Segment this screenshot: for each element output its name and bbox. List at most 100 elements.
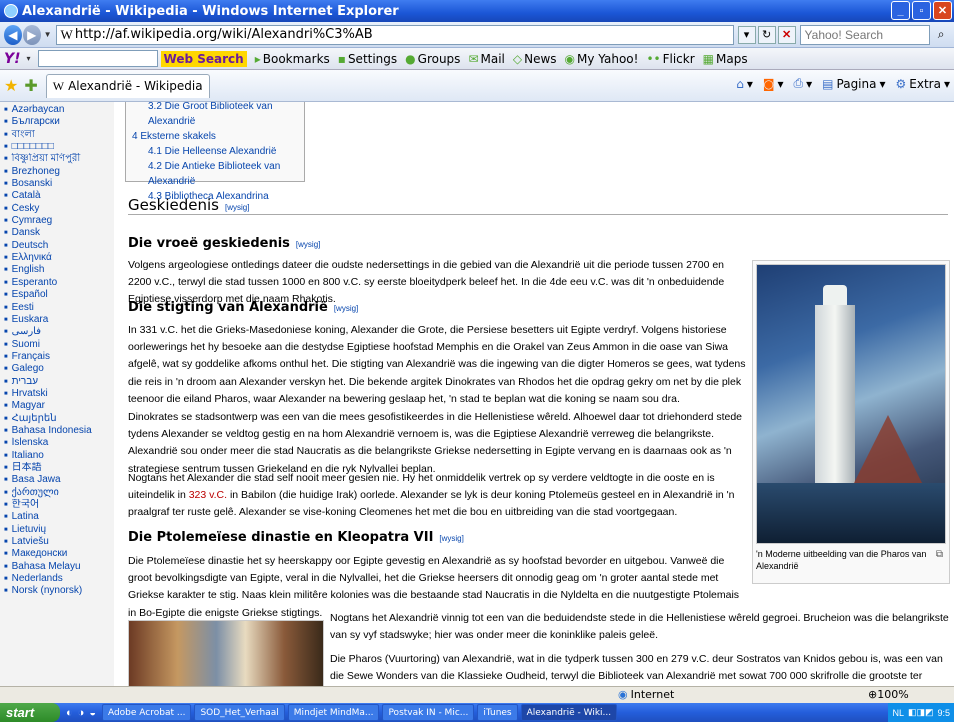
sidebar-language-link[interactable]: Cymraeg [4, 215, 114, 227]
quicklaunch-icon[interactable]: ◑ [78, 707, 85, 719]
taskbar-item[interactable]: Postvak IN - Mic... [382, 704, 475, 721]
sidebar-language-link[interactable]: Ελληνικά [4, 252, 114, 264]
address-dropdown-icon[interactable]: ▾ [737, 25, 756, 44]
page-menu-button[interactable]: ▤ Pagina ▾ [822, 77, 885, 91]
refresh-button[interactable]: ↻ [757, 25, 776, 44]
sidebar-language-link[interactable]: Hrvatski [4, 388, 114, 400]
taskbar-item[interactable]: SOD_Het_Verhaal [194, 704, 285, 721]
edit-link[interactable]: [wysig] [334, 304, 358, 313]
sidebar-language-link[interactable]: Latina [4, 511, 114, 523]
mail-button[interactable]: ✉ Mail [468, 52, 504, 66]
yahoo-search-field[interactable] [37, 50, 158, 67]
sidebar-language-link[interactable]: Latviešu [4, 536, 114, 548]
zoom-level[interactable]: ⊕100% [868, 688, 909, 701]
sidebar-language-link[interactable]: Norsk (nynorsk) [4, 585, 114, 597]
heading-ptolemeiese: Die Ptolemeïese dinastie en Kleopatra VI… [128, 530, 464, 545]
minimize-button[interactable]: _ [891, 1, 910, 20]
sidebar-language-link[interactable]: Bahasa Indonesia [4, 425, 114, 437]
print-button[interactable]: ⎙ ▾ [794, 76, 813, 91]
forward-button[interactable]: ▶ [22, 24, 41, 45]
sidebar-language-link[interactable]: Eesti [4, 302, 114, 314]
sidebar-language-link[interactable]: Bahasa Melayu [4, 561, 114, 573]
sidebar-language-link[interactable]: עברית [4, 376, 114, 388]
web-search-button[interactable]: Web Search [160, 50, 247, 67]
toc-item[interactable]: 4 Eksterne skakels [132, 129, 298, 144]
tab-bar: ★ ✚ W Alexandrië - Wikipedia ⌂ ▾ ◙ ▾ ⎙ ▾ ▤ P… [0, 70, 954, 102]
toc-item[interactable]: 4.2 Die Antieke Biblioteek van Alexandri… [132, 159, 298, 189]
sidebar-language-link[interactable]: Azərbaycan [4, 104, 114, 116]
toc-item[interactable]: 3.2 Die Groot Biblioteek van Alexandrië [132, 102, 298, 129]
sidebar-language-link[interactable]: Français [4, 351, 114, 363]
pharos-image[interactable] [756, 264, 946, 544]
link-323-vc[interactable]: 323 v.C. [189, 489, 227, 501]
feeds-button[interactable]: ◙ ▾ [763, 77, 784, 91]
sidebar-language-link[interactable]: Deutsch [4, 240, 114, 252]
start-button[interactable]: start [0, 703, 60, 722]
sidebar-language-link[interactable]: فارسی [4, 326, 114, 338]
sidebar-language-link[interactable]: Italiano [4, 450, 114, 462]
quicklaunch-icon[interactable]: ◐ [66, 707, 73, 719]
sidebar-language-link[interactable]: Íslenska [4, 437, 114, 449]
sidebar-language-link[interactable]: □□□□□□□ [4, 141, 114, 153]
taskbar-item[interactable]: Adobe Acrobat ... [101, 704, 192, 721]
back-button[interactable]: ◀ [4, 24, 22, 45]
quicklaunch-icon[interactable]: ◒ [89, 707, 96, 719]
sidebar-language-link[interactable]: Bosanski [4, 178, 114, 190]
sidebar-language-link[interactable]: Български [4, 116, 114, 128]
sidebar-language-link[interactable]: Basa Jawa [4, 474, 114, 486]
sidebar-language-link[interactable]: 日本語 [4, 462, 114, 474]
taskbar-item[interactable]: Mindjet MindMa... [287, 704, 380, 721]
edit-link[interactable]: [wysig] [439, 534, 463, 543]
sidebar-language-link[interactable]: 한국어 [4, 499, 114, 511]
favorites-star-icon[interactable]: ★ [4, 76, 18, 96]
sidebar-language-link[interactable]: Հայերեն [4, 413, 114, 425]
home-button[interactable]: ⌂ ▾ [736, 77, 753, 91]
groups-button[interactable]: ● Groups [405, 52, 460, 66]
sidebar-language-link[interactable]: Galego [4, 363, 114, 375]
sidebar-language-link[interactable]: Català [4, 190, 114, 202]
sidebar-language-link[interactable]: Македонски [4, 548, 114, 560]
yahoo-logo[interactable]: Y! [4, 51, 21, 67]
sidebar-language-link[interactable]: English [4, 264, 114, 276]
address-input[interactable]: W http://af.wikipedia.org/wiki/Alexandri… [55, 24, 734, 45]
extra-menu-button[interactable]: ⚙ Extra ▾ [896, 77, 950, 91]
news-button[interactable]: ◇ News [513, 52, 557, 66]
flickr-button[interactable]: •• Flickr [646, 52, 694, 66]
my-yahoo-button[interactable]: ◉ My Yahoo! [565, 52, 639, 66]
taskbar-item[interactable]: Alexandrië - Wiki... [520, 704, 618, 721]
sidebar-language-link[interactable]: Esperanto [4, 277, 114, 289]
sidebar-language-link[interactable]: Suomi [4, 339, 114, 351]
sidebar-language-link[interactable]: Brezhoneg [4, 166, 114, 178]
sidebar-language-link[interactable]: বাংলা [4, 129, 114, 141]
search-input[interactable]: Yahoo! Search [799, 24, 931, 45]
taskbar-item[interactable]: iTunes [477, 704, 518, 721]
sidebar-language-link[interactable]: ქართული [4, 487, 114, 499]
toc-item[interactable]: 4.1 Die Helleense Alexandrië [132, 144, 298, 159]
close-button[interactable]: ✕ [933, 1, 952, 20]
maps-button[interactable]: ▦ Maps [703, 52, 748, 66]
sidebar-language-link[interactable]: Magyar [4, 400, 114, 412]
edit-link[interactable]: [wysig] [225, 203, 249, 212]
settings-button[interactable]: ▪ Settings [338, 52, 397, 66]
alexandria-city-image[interactable] [128, 620, 324, 686]
sidebar-language-link[interactable]: বিষ্ণুপ্রিয়া মণিপুরী [4, 153, 114, 165]
stop-button[interactable]: ✕ [777, 25, 796, 44]
search-icon[interactable]: ⌕ [932, 25, 950, 45]
tab-alexandrie[interactable]: W Alexandrië - Wikipedia [45, 73, 210, 98]
sidebar-language-link[interactable]: Español [4, 289, 114, 301]
sidebar-language-link[interactable]: Nederlands [4, 573, 114, 585]
sidebar-language-link[interactable]: Euskara [4, 314, 114, 326]
bookmarks-button[interactable]: ▸ Bookmarks [255, 52, 330, 66]
pharos-thumbnail[interactable]: 'n Moderne uitbeelding van die Pharos va… [752, 260, 950, 584]
sidebar-language-link[interactable]: Dansk [4, 227, 114, 239]
restore-button[interactable]: ▫ [912, 1, 931, 20]
sidebar-language-link[interactable]: Lietuvių [4, 524, 114, 536]
heading-geskiedenis: Geskiedenis [wysig] [128, 196, 948, 215]
heading-stigting: Die stigting van Alexandrië [wysig] [128, 300, 359, 315]
edit-link[interactable]: [wysig] [296, 240, 320, 249]
enlarge-icon[interactable]: ⧉ [936, 549, 943, 560]
history-dropdown-icon[interactable]: ▼ [44, 30, 52, 39]
yahoo-menu-dropdown-icon[interactable]: ▾ [27, 54, 31, 63]
add-favorites-icon[interactable]: ✚ [24, 76, 37, 96]
sidebar-language-link[interactable]: Česky [4, 203, 114, 215]
